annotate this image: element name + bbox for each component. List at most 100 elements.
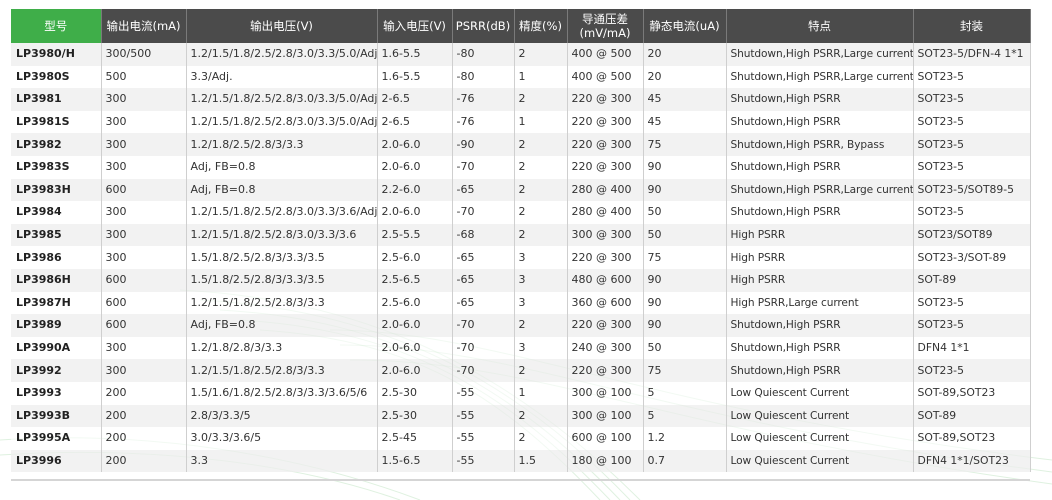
cell-output-current: 500 <box>101 65 187 89</box>
cell-quiescent-current: 20 <box>643 65 727 89</box>
cell-output-voltage: 1.2/1.5/1.8/2.5/2.8/3.0/3.3/5.0/Adj. <box>186 88 378 111</box>
table-row: LP3986 300 1.5/1.8/2.5/2.8/3/3.3/3.5 2.5-6.… <box>11 246 1031 269</box>
cell-model: LP3983S <box>11 155 102 179</box>
cell-package: SOT-89 <box>913 268 1031 292</box>
cell-output-current: 600 <box>101 268 187 292</box>
cell-input-voltage: 2.0-6.0 <box>377 155 453 179</box>
cell-accuracy: 2 <box>514 155 568 179</box>
table-row: LP3990A 300 1.2/1.8/2.8/3/3.3 2.0-6.0 -70 3 24… <box>11 336 1031 360</box>
cell-quiescent-current: 75 <box>643 359 727 382</box>
cell-accuracy: 2 <box>514 404 568 428</box>
cell-output-current: 300 <box>101 88 187 111</box>
cell-quiescent-current: 90 <box>643 291 727 315</box>
cell-input-voltage: 2.5-6.0 <box>377 246 453 269</box>
cell-features: Low Quiescent Current <box>726 427 914 450</box>
cell-output-current: 600 <box>101 314 187 337</box>
cell-output-voltage: 3.0/3.3/3.6/5 <box>186 427 378 450</box>
cell-output-current: 200 <box>101 404 187 428</box>
cell-model: LP3983H <box>11 178 102 202</box>
cell-features: Low Quiescent Current <box>726 404 914 428</box>
cell-accuracy: 2 <box>514 178 568 202</box>
cell-psrr: -65 <box>452 178 515 202</box>
header-input-voltage: 输入电压(V) <box>377 9 453 43</box>
cell-output-current: 300 <box>101 155 187 179</box>
cell-psrr: -90 <box>452 133 515 156</box>
cell-output-voltage: 3.3/Adj. <box>186 65 378 89</box>
cell-psrr: -76 <box>452 110 515 134</box>
cell-features: Shutdown,High PSRR, Bypass <box>726 133 914 156</box>
cell-quiescent-current: 20 <box>643 43 727 66</box>
cell-input-voltage: 2.5-6.0 <box>377 291 453 315</box>
cell-model: LP3982 <box>11 133 102 156</box>
table-row: LP3989 600 Adj, FB=0.8 2.0-6.0 -70 2 220 @ 300… <box>11 314 1031 337</box>
table-row: LP3980S 500 3.3/Adj. 1.6-5.5 -80 1 400 @ 500 20… <box>11 65 1031 89</box>
cell-package: SOT23-5 <box>913 359 1031 382</box>
cell-quiescent-current: 5 <box>643 404 727 428</box>
cell-package: DFN4 1*1 <box>913 336 1031 360</box>
cell-quiescent-current: 45 <box>643 110 727 134</box>
cell-dropout: 300 @ 100 <box>567 381 644 405</box>
cell-output-voltage: 1.2/1.5/1.8/2.5/2.8/3.0/3.3/5.0/Adj. <box>186 110 378 134</box>
cell-accuracy: 2 <box>514 133 568 156</box>
cell-features: Shutdown,High PSRR,Large current <box>726 43 914 66</box>
cell-output-voltage: 2.8/3/3.3/5 <box>186 404 378 428</box>
cell-output-voltage: 3.3 <box>186 449 378 473</box>
header-accuracy: 精度(%) <box>514 9 568 43</box>
cell-package: SOT23-5 <box>913 201 1031 224</box>
cell-input-voltage: 2.5-30 <box>377 404 453 428</box>
cell-quiescent-current: 45 <box>643 88 727 111</box>
header-output-voltage: 输出电压(V) <box>186 9 378 43</box>
cell-quiescent-current: 1.2 <box>643 427 727 450</box>
cell-model: LP3996 <box>11 449 102 473</box>
cell-model: LP3993B <box>11 404 102 428</box>
cell-output-voltage: 1.2/1.8/2.5/2.8/3/3.3 <box>186 133 378 156</box>
cell-input-voltage: 1.6-5.5 <box>377 65 453 89</box>
cell-accuracy: 3 <box>514 246 568 269</box>
cell-psrr: -70 <box>452 155 515 179</box>
cell-model: LP3981 <box>11 88 102 111</box>
table-row: LP3992 300 1.2/1.5/1.8/2.5/2.8/3/3.3 2.0-6.… <box>11 359 1031 382</box>
cell-accuracy: 1 <box>514 381 568 405</box>
cell-model: LP3987H <box>11 291 102 315</box>
cell-output-current: 300 <box>101 336 187 360</box>
cell-model: LP3990A <box>11 336 102 360</box>
cell-output-current: 600 <box>101 291 187 315</box>
cell-accuracy: 2 <box>514 43 568 66</box>
cell-output-current: 300 <box>101 201 187 224</box>
cell-accuracy: 2 <box>514 314 568 337</box>
table-row: LP3985 300 1.2/1.5/1.8/2.5/2.8/3.0/3.3/3.6… <box>11 223 1031 247</box>
cell-quiescent-current: 50 <box>643 223 727 247</box>
cell-psrr: -70 <box>452 336 515 360</box>
cell-features: Shutdown,High PSRR,Large current <box>726 65 914 89</box>
cell-package: SOT23-5 <box>913 110 1031 134</box>
cell-input-voltage: 2.0-6.0 <box>377 201 453 224</box>
cell-dropout: 480 @ 600 <box>567 268 644 292</box>
table-row: LP3987H 600 1.2/1.5/1.8/2.5/2.8/3/3.3 2.5-6… <box>11 291 1031 315</box>
cell-package: SOT23-5 <box>913 133 1031 156</box>
cell-quiescent-current: 90 <box>643 155 727 179</box>
cell-features: Low Quiescent Current <box>726 449 914 473</box>
cell-output-voltage: 1.2/1.5/1.8/2.5/2.8/3.0/3.3/5.0/Adj. <box>186 43 378 66</box>
cell-psrr: -68 <box>452 223 515 247</box>
cell-model: LP3980/H <box>11 43 102 66</box>
cell-input-voltage: 2.0-6.0 <box>377 359 453 382</box>
cell-dropout: 360 @ 600 <box>567 291 644 315</box>
table-header-row: 型号 输出电流(mA) 输出电压(V) 输入电压(V) PSRR(dB) 精度(%) 导通压… <box>11 9 1031 43</box>
table-body: LP3980/H 300/500 1.2/1.5/1.8/2.5/2.8/3.0/3… <box>11 43 1031 473</box>
cell-output-current: 300 <box>101 110 187 134</box>
cell-psrr: -65 <box>452 268 515 292</box>
cell-output-voltage: 1.2/1.5/1.8/2.5/2.8/3/3.3 <box>186 291 378 315</box>
table-row: LP3996 200 3.3 1.5-6.5 -55 1.5 180 @ 100 0.7 Low… <box>11 449 1031 473</box>
cell-output-current: 200 <box>101 449 187 473</box>
cell-features: Shutdown,High PSRR <box>726 359 914 382</box>
cell-output-voltage: 1.5/1.8/2.5/2.8/3/3.3/3.5 <box>186 246 378 269</box>
header-quiescent-current: 静态电流(uA) <box>643 9 727 43</box>
cell-package: SOT23-5 <box>913 155 1031 179</box>
cell-output-current: 300/500 <box>101 43 187 66</box>
header-package: 封装 <box>913 9 1031 43</box>
cell-model: LP3989 <box>11 314 102 337</box>
header-psrr: PSRR(dB) <box>452 9 515 43</box>
cell-output-current: 600 <box>101 178 187 202</box>
cell-quiescent-current: 75 <box>643 246 727 269</box>
cell-dropout: 400 @ 500 <box>567 43 644 66</box>
